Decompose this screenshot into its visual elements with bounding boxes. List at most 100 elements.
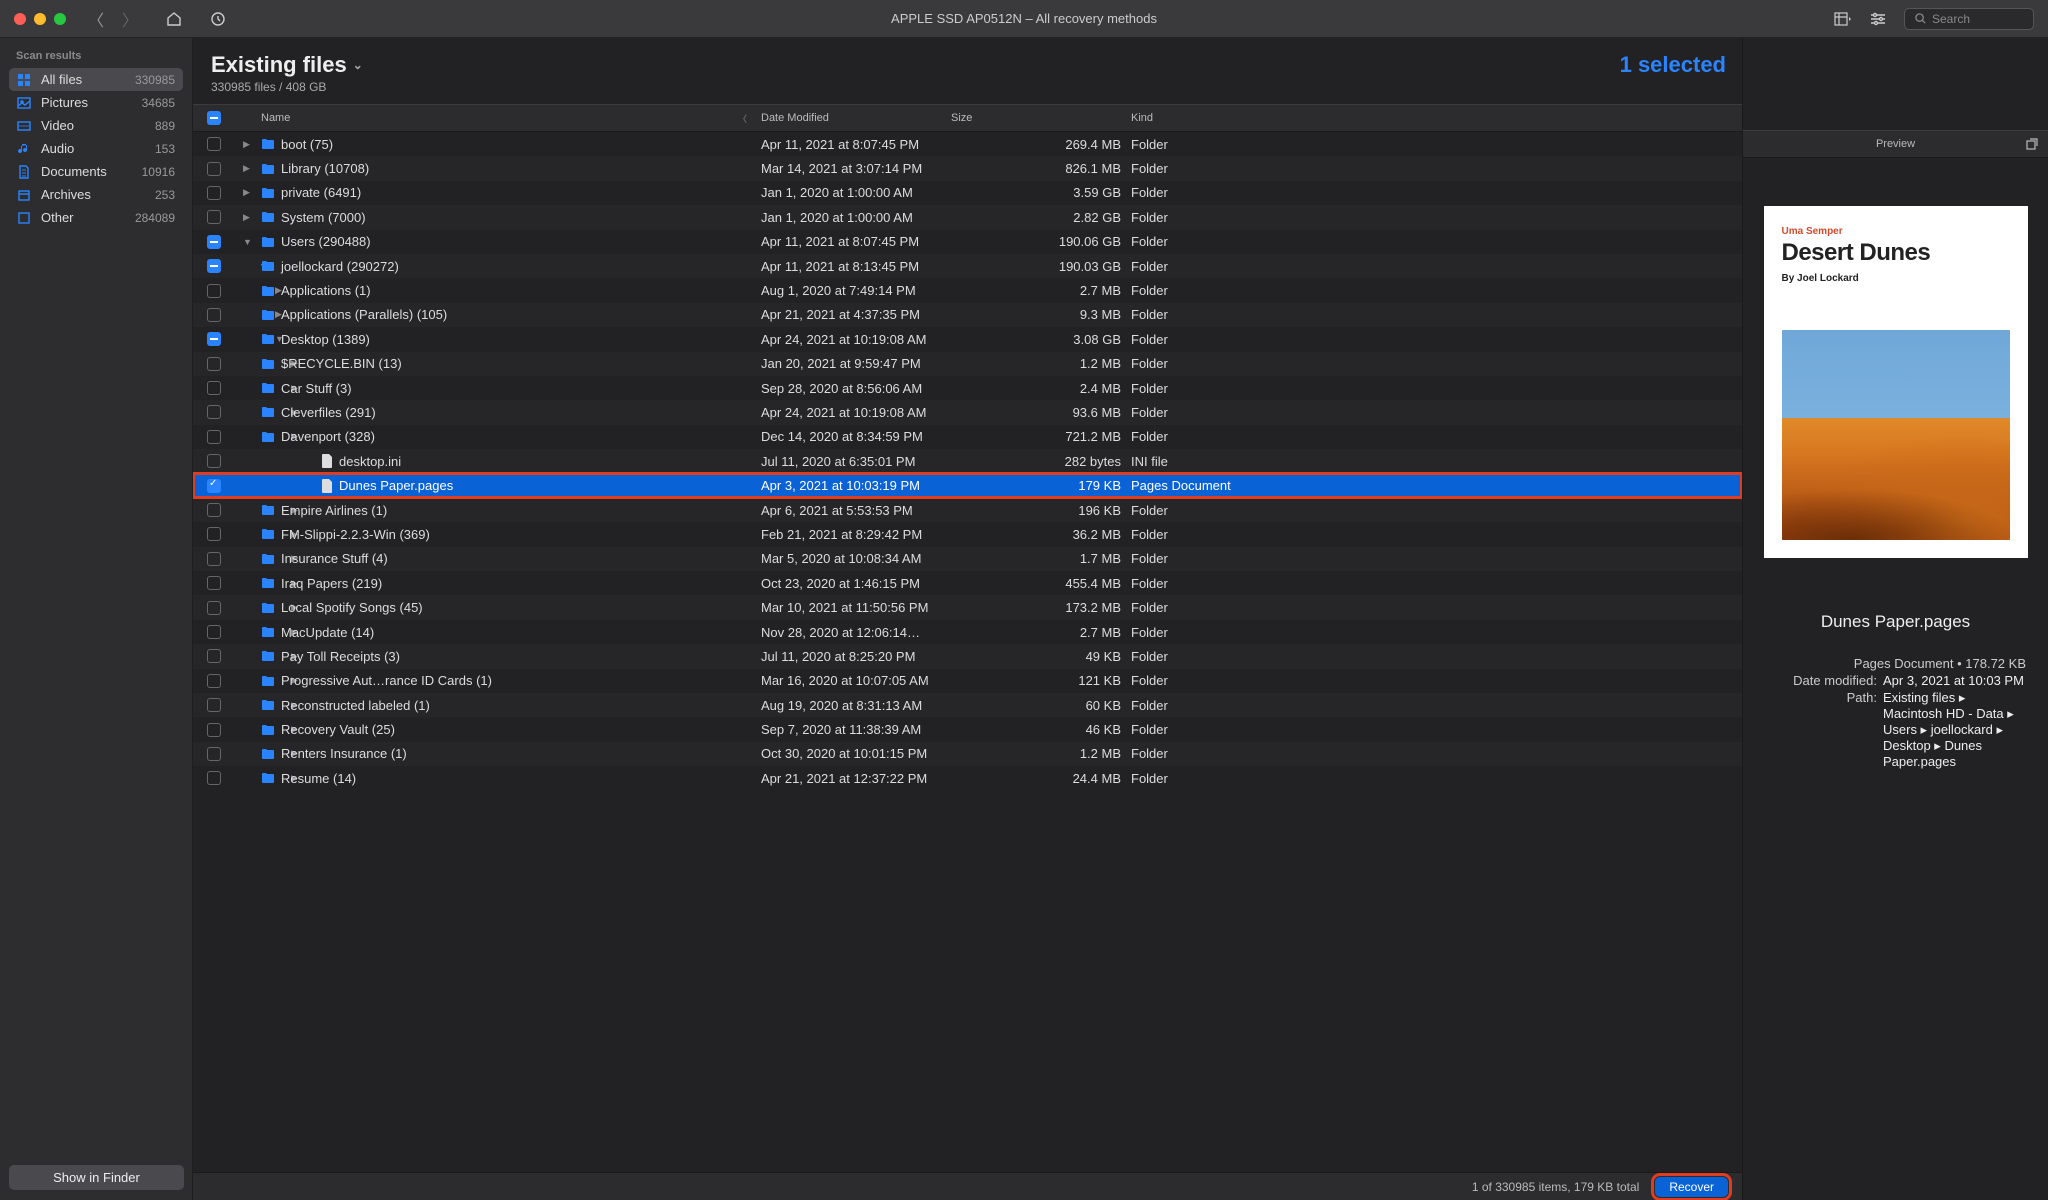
row-checkbox[interactable] [207,430,221,444]
recover-button[interactable]: Recover [1655,1177,1728,1197]
table-row[interactable]: ▶ MacUpdate (14) Nov 28, 2020 at 12:06:1… [193,620,1742,644]
search-input[interactable]: Search [1904,8,2034,30]
folder-icon [261,138,275,150]
view-options-icon[interactable] [1834,12,1852,26]
table-row[interactable]: ▶ Local Spotify Songs (45) Mar 10, 2021 … [193,595,1742,619]
row-date: Sep 28, 2020 at 8:56:06 AM [761,381,951,396]
table-row[interactable]: ▶ Empire Airlines (1) Apr 6, 2021 at 5:5… [193,498,1742,522]
table-row[interactable]: ▶ $RECYCLE.BIN (13) Jan 20, 2021 at 9:59… [193,352,1742,376]
row-checkbox[interactable] [207,454,221,468]
table-row[interactable]: ▶ Progressive Aut…rance ID Cards (1) Mar… [193,669,1742,693]
row-checkbox[interactable] [207,576,221,590]
row-name: Pay Toll Receipts (3) [281,649,400,664]
row-checkbox[interactable] [207,259,221,273]
sidebar-item-archives[interactable]: Archives253 [9,183,183,206]
table-row[interactable]: Dunes Paper.pages Apr 3, 2021 at 10:03:1… [193,473,1742,497]
table-row[interactable]: ▶ boot (75) Apr 11, 2021 at 8:07:45 PM 2… [193,132,1742,156]
column-name[interactable]: Name [261,112,290,124]
table-row[interactable]: ▶ Recovery Vault (25) Sep 7, 2020 at 11:… [193,717,1742,741]
table-row[interactable]: ▶ Insurance Stuff (4) Mar 5, 2020 at 10:… [193,547,1742,571]
table-row[interactable]: ▼ joellockard (290272) Apr 11, 2021 at 8… [193,254,1742,278]
disclosure-icon[interactable]: ▼ [243,237,261,247]
row-checkbox[interactable] [207,503,221,517]
settings-icon[interactable] [1870,12,1886,26]
table-row[interactable]: ▼ Users (290488) Apr 11, 2021 at 8:07:45… [193,230,1742,254]
list-title[interactable]: Existing files ⌄ [211,52,1724,78]
folder-icon [261,724,275,736]
row-checkbox[interactable] [207,162,221,176]
table-row[interactable]: ▶ Applications (Parallels) (105) Apr 21,… [193,303,1742,327]
table-row[interactable]: ▶ Reconstructed labeled (1) Aug 19, 2020… [193,693,1742,717]
table-row[interactable]: ▶ Resume (14) Apr 21, 2021 at 12:37:22 P… [193,766,1742,790]
table-row[interactable]: ▼ Desktop (1389) Apr 24, 2021 at 10:19:0… [193,327,1742,351]
table-row[interactable]: desktop.ini Jul 11, 2020 at 6:35:01 PM 2… [193,449,1742,473]
table-row[interactable]: ▶ Davenport (328) Dec 14, 2020 at 8:34:5… [193,425,1742,449]
select-all-checkbox[interactable] [207,111,221,125]
row-size: 1.2 MB [951,746,1131,761]
column-date[interactable]: Date Modified [761,112,951,124]
row-checkbox[interactable] [207,381,221,395]
row-checkbox[interactable] [207,747,221,761]
row-checkbox[interactable] [207,332,221,346]
row-checkbox[interactable] [207,405,221,419]
table-row[interactable]: ▶ System (7000) Jan 1, 2020 at 1:00:00 A… [193,205,1742,229]
sidebar-item-other[interactable]: Other284089 [9,206,183,229]
row-checkbox[interactable] [207,235,221,249]
table-row[interactable]: ▶ Applications (1) Aug 1, 2020 at 7:49:1… [193,278,1742,302]
row-checkbox[interactable] [207,284,221,298]
table-row[interactable]: ▶ Iraq Papers (219) Oct 23, 2020 at 1:46… [193,571,1742,595]
close-button[interactable] [14,13,26,25]
column-size[interactable]: Size [951,112,1131,124]
sidebar-item-audio[interactable]: Audio153 [9,137,183,160]
row-checkbox[interactable] [207,552,221,566]
column-kind[interactable]: Kind [1131,112,1331,124]
row-checkbox[interactable] [207,771,221,785]
row-checkbox[interactable] [207,210,221,224]
row-checkbox[interactable] [207,357,221,371]
sidebar-item-documents[interactable]: Documents10916 [9,160,183,183]
disclosure-icon[interactable]: ▶ [243,139,261,150]
row-name: Users (290488) [281,234,371,249]
file-icon [321,454,333,468]
table-row[interactable]: ▶ private (6491) Jan 1, 2020 at 1:00:00 … [193,181,1742,205]
sidebar-item-all-files[interactable]: All files330985 [9,68,183,91]
row-checkbox[interactable] [207,674,221,688]
sidebar-item-video[interactable]: Video889 [9,114,183,137]
table-row[interactable]: ▶ Renters Insurance (1) Oct 30, 2020 at … [193,742,1742,766]
row-checkbox[interactable] [207,137,221,151]
row-checkbox[interactable] [207,625,221,639]
row-checkbox[interactable] [207,723,221,737]
row-date: Apr 3, 2021 at 10:03:19 PM [761,478,951,493]
row-checkbox[interactable] [207,527,221,541]
selection-count[interactable]: 1 selected [1620,52,1726,78]
minimize-button[interactable] [34,13,46,25]
table-row[interactable]: ▶ Library (10708) Mar 14, 2021 at 3:07:1… [193,156,1742,180]
row-date: Oct 23, 2020 at 1:46:15 PM [761,576,951,591]
home-icon[interactable] [166,11,182,27]
table-row[interactable]: ▶ Car Stuff (3) Sep 28, 2020 at 8:56:06 … [193,376,1742,400]
table-row[interactable]: ▶ Cleverfiles (291) Apr 24, 2021 at 10:1… [193,400,1742,424]
row-kind: Folder [1131,771,1331,786]
table-row[interactable]: ▶ FM-Slippi-2.2.3-Win (369) Feb 21, 2021… [193,522,1742,546]
row-date: Apr 11, 2021 at 8:07:45 PM [761,137,951,152]
maximize-button[interactable] [54,13,66,25]
disclosure-icon[interactable]: ▶ [243,187,261,198]
popout-icon[interactable] [2026,138,2038,150]
history-icon[interactable] [210,11,226,27]
forward-button[interactable]: 〉 [122,7,138,31]
row-checkbox[interactable] [207,698,221,712]
row-checkbox[interactable] [207,649,221,663]
table-row[interactable]: ▶ Pay Toll Receipts (3) Jul 11, 2020 at … [193,644,1742,668]
row-kind: Folder [1131,649,1331,664]
row-checkbox[interactable] [207,479,221,493]
disclosure-icon[interactable]: ▶ [243,212,261,223]
row-date: Sep 7, 2020 at 11:38:39 AM [761,722,951,737]
back-button[interactable]: 〈 [88,7,104,31]
row-size: 3.59 GB [951,185,1131,200]
disclosure-icon[interactable]: ▶ [243,163,261,174]
row-checkbox[interactable] [207,601,221,615]
row-checkbox[interactable] [207,308,221,322]
show-in-finder-button[interactable]: Show in Finder [9,1165,184,1190]
sidebar-item-pictures[interactable]: Pictures34685 [9,91,183,114]
row-checkbox[interactable] [207,186,221,200]
